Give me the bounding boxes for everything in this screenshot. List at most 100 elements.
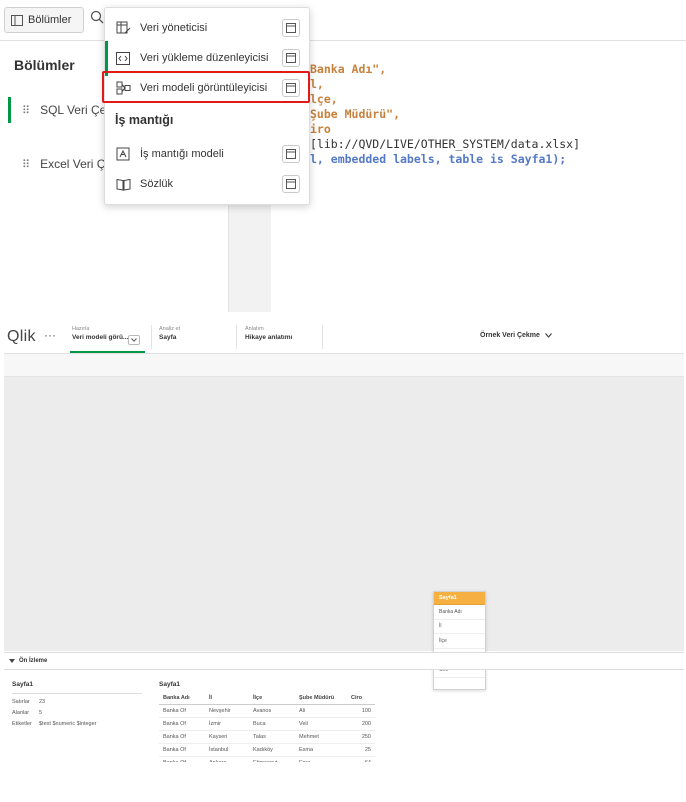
meta-row: Alanlar 5 [12, 710, 43, 716]
menu-item-vocabulary[interactable]: Sözlük [105, 170, 309, 198]
model-table-name: Sayfa1 [434, 592, 485, 605]
nav-tab-caption: Analiz et [159, 326, 181, 332]
section-item-excel[interactable]: ⠿ Excel Veri Çekme [8, 151, 108, 177]
sections-title: Bölümler [14, 57, 75, 73]
open-in-new-tab-icon[interactable] [282, 175, 300, 193]
nav-tab-caption: Anlatım [245, 326, 264, 332]
preview-label: Ön İzleme [19, 658, 48, 664]
table-row: Banka Of Nevşehir Avanos Ali 100 [159, 704, 375, 718]
column-header: İlçe [249, 692, 295, 705]
preview-metadata: Sayfa1 Satırlar 23 Alanlar 5 Etiketler $tex… [12, 681, 147, 727]
table-cell: 64 [347, 756, 375, 762]
section-item-sql[interactable]: ⠿ SQL Veri Çekme [8, 97, 108, 123]
table-row: Banka Of İzmir Buca Veli 200 [159, 717, 375, 731]
table-cell: Ankara [205, 756, 249, 762]
table-cell: Talas [249, 730, 295, 744]
table-row: Banka OfAnkaraEtimesgutEsra64 [159, 756, 375, 762]
preview-meta-title: Sayfa1 [12, 681, 142, 694]
model-field[interactable]: İl [434, 620, 485, 634]
preview-data-table: Banka Adı İl İlçe Şube Müdürü Ciro Banka… [159, 692, 375, 762]
meta-row: Etiketler $text $numeric $integer [12, 721, 97, 727]
menu-item-label: Veri yükleme düzenleyicisi [140, 52, 269, 64]
nav-tab-caption: Hazırla [72, 326, 90, 332]
panel-icon [11, 14, 23, 26]
script-editor-icon [115, 50, 131, 66]
column-header: Banka Adı [159, 692, 205, 705]
model-field[interactable]: Banka Adı [434, 605, 485, 620]
table-cell: Esra [295, 756, 347, 762]
preview-table: Sayfa1 Banka Adı İl İlçe Şube Müdürü Cir… [159, 681, 375, 762]
section-item-label: SQL Veri Çekme [40, 103, 108, 117]
open-in-new-tab-icon[interactable] [282, 145, 300, 163]
section-item-label: Excel Veri Çekme [40, 157, 108, 171]
nav-tab-value: Sayfa [159, 334, 177, 341]
app-name-label: Örnek Veri Çekme [480, 332, 540, 339]
table-cell: Banka Of [159, 730, 205, 744]
chevron-down-icon [544, 333, 552, 338]
app-name-selector[interactable]: Örnek Veri Çekme [480, 332, 552, 339]
nav-divider [151, 325, 152, 349]
table-cell: Buca [249, 717, 295, 731]
table-cell: Kadıköy [249, 743, 295, 757]
table-cell: 100 [347, 704, 375, 718]
drag-handle-icon[interactable]: ⠿ [22, 104, 30, 117]
table-cell: Banka Of [159, 743, 205, 757]
caret-down-icon [9, 658, 15, 663]
table-cell: 200 [347, 717, 375, 731]
table-row: Banka Of Kayseri Talas Mehmet 250 [159, 730, 375, 744]
code-line: lçe, [310, 92, 338, 106]
qlik-logo[interactable]: Qlik [7, 328, 36, 346]
menu-item-data-load-editor[interactable]: Veri yükleme düzenleyicisi [105, 44, 309, 72]
nav-divider [236, 325, 237, 349]
table-cell: İstanbul [205, 743, 249, 757]
nav-divider [322, 325, 323, 349]
qlik-top-bar: Qlik ··· Hazırla Veri modeli görü... Ana… [4, 321, 684, 354]
menu-item-label: Veri yöneticisi [140, 22, 208, 34]
table-cell: Veli [295, 717, 347, 731]
table-cell: Nevşehir [205, 704, 249, 718]
chevron-down-icon[interactable] [128, 335, 140, 345]
model-table-card[interactable]: Sayfa1 Banka Adı İl İlçe Şube Müdürü Cir… [433, 591, 486, 690]
more-options-icon[interactable]: ··· [44, 328, 56, 342]
nav-tab-analyze[interactable]: Analiz et Sayfa [159, 326, 180, 341]
open-in-new-tab-icon[interactable] [282, 49, 300, 67]
menu-section-title: İş mantığı [115, 113, 174, 127]
code-line: [lib://QVD/LIVE/OTHER_SYSTEM/data.xlsx] [310, 137, 581, 151]
open-in-new-tab-icon[interactable] [282, 19, 300, 37]
table-cell: Mehmet [295, 730, 347, 744]
menu-item-label: İş mantığı modeli [140, 148, 224, 160]
data-manager-icon [115, 20, 131, 36]
table-cell: Ali [295, 704, 347, 718]
drag-handle-icon[interactable]: ⠿ [22, 158, 30, 171]
column-header: Ciro [347, 692, 375, 705]
editor-toolbar: Bölümler [0, 0, 686, 41]
column-header: Şube Müdürü [295, 692, 347, 705]
script-editor[interactable]: Banka Adı", l, lçe, Şube Müdürü", iro [l… [270, 41, 686, 312]
code-line: iro [310, 122, 331, 136]
table-cell: Kayseri [205, 730, 249, 744]
code-line: l, embedded labels, table is Sayfa1); [310, 152, 567, 166]
table-cell: Banka Of [159, 704, 205, 718]
menu-item-label: Sözlük [140, 178, 174, 190]
code-line: l, [310, 77, 324, 91]
model-field[interactable]: İlçe [434, 634, 485, 649]
sections-toggle-button[interactable]: Bölümler [4, 7, 84, 33]
sections-toggle-label: Bölümler [28, 14, 72, 26]
code-line: Banka Adı", [310, 62, 387, 76]
column-header: İl [205, 692, 249, 705]
navigation-dropdown-menu: Veri yöneticisi Veri yükleme düzenleyici… [102, 7, 310, 205]
search-icon[interactable] [90, 10, 104, 24]
nav-tab-value: Hikaye anlatımı [245, 334, 293, 341]
nav-tab-narrate[interactable]: Anlatım Hikaye anlatımı [245, 326, 292, 341]
preview-toggle[interactable]: Ön İzleme [4, 652, 684, 670]
table-cell: Esma [295, 743, 347, 757]
active-tab-indicator [70, 351, 145, 353]
model-viewer-toolbar [4, 354, 684, 377]
data-model-canvas[interactable]: Sayfa1 Banka Adı İl İlçe Şube Müdürü Cir… [4, 377, 684, 690]
menu-item-business-logic[interactable]: İş mantığı modeli [105, 140, 309, 168]
highlight-box [102, 71, 310, 103]
table-cell: 250 [347, 730, 375, 744]
menu-item-data-manager[interactable]: Veri yöneticisi [105, 14, 309, 42]
business-logic-icon [115, 146, 131, 162]
meta-row: Satırlar 23 [12, 699, 46, 705]
